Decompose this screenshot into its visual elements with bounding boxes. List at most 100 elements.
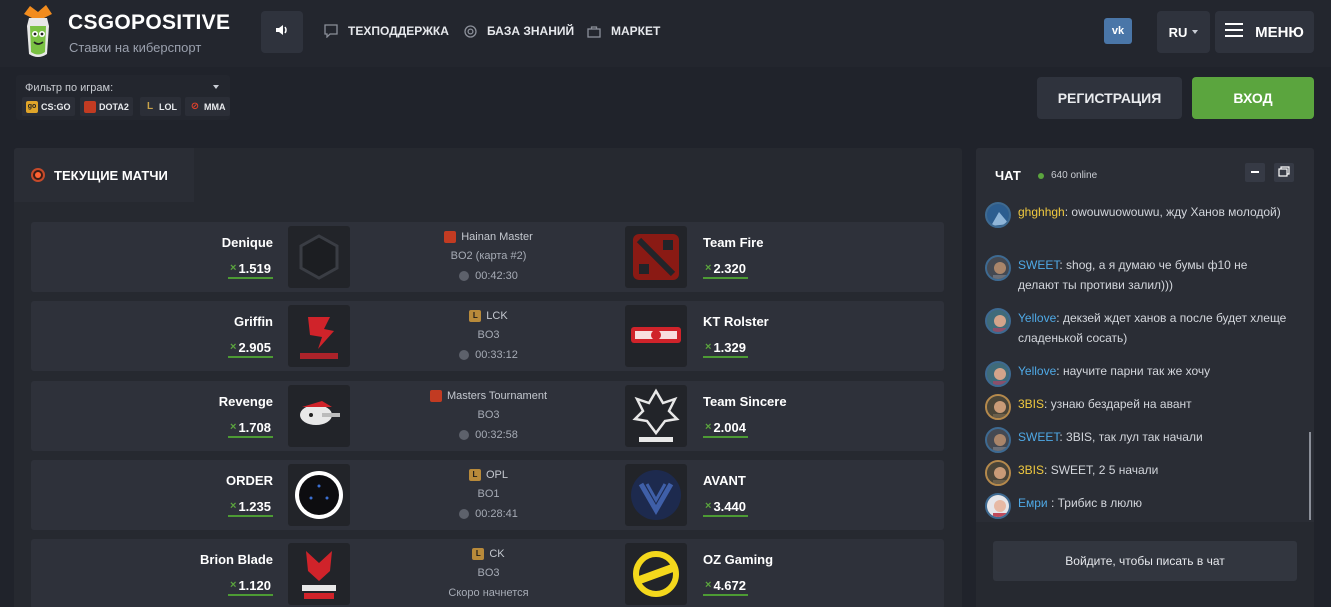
- avatar[interactable]: 7: [985, 460, 1011, 486]
- match-timer: Скоро начнется: [448, 587, 529, 599]
- team-left-name: Griffin: [234, 314, 273, 329]
- avatar[interactable]: 7: [985, 394, 1011, 420]
- match-format: BO2 (карта #2): [450, 250, 527, 262]
- nav-market[interactable]: МАРКЕТ: [587, 24, 660, 38]
- team-right-odds-button[interactable]: × 3.440: [703, 497, 748, 517]
- team-right-name: Team Fire: [703, 235, 764, 250]
- avatar[interactable]: 5: [985, 361, 1011, 387]
- chat-nick[interactable]: SWEET: [1018, 430, 1059, 444]
- language-select[interactable]: RU: [1157, 11, 1210, 53]
- chat-message: 5 Емри : Трибис в люлю: [985, 493, 1290, 519]
- match-row[interactable]: ORDER × 1.235 L OPL BO1 00:28:41 AVANT × 3.…: [31, 460, 944, 530]
- team-right-logo: [625, 543, 687, 605]
- avatar[interactable]: 5: [985, 427, 1011, 453]
- team-left-odds-button[interactable]: × 2.905: [228, 338, 273, 358]
- nav-support[interactable]: ТЕХПОДДЕРЖКА: [324, 24, 449, 38]
- chat-text: научите парни так же хочу: [1062, 364, 1211, 378]
- menu-button[interactable]: МЕНЮ: [1215, 11, 1314, 53]
- chat-message: 5 Yellove: научите парни так же хочу: [985, 361, 1290, 387]
- speaker-icon: [275, 23, 289, 41]
- chat-nick[interactable]: 3BIS: [1018, 397, 1044, 411]
- team-left-odds-button[interactable]: × 1.519: [228, 259, 273, 279]
- chat-nick[interactable]: Емри: [1018, 496, 1051, 510]
- team-right-odds-button[interactable]: × 2.320: [703, 259, 748, 279]
- team-right-odds-button[interactable]: × 2.004: [703, 418, 748, 438]
- brand-logo-icon[interactable]: [16, 4, 60, 62]
- team-right-name: OZ Gaming: [703, 552, 774, 567]
- nav-market-label: МАРКЕТ: [611, 24, 661, 38]
- avatar-level: 5: [1008, 363, 1009, 380]
- clock-icon: [459, 509, 470, 519]
- top-header: CSGOPOSITIVE Ставки на киберспорт ТЕХПОД…: [0, 0, 1331, 67]
- match-row[interactable]: Griffin × 2.905 L LCK BO3 00:33:12 KT Rols…: [31, 301, 944, 371]
- team-left-odds-button[interactable]: × 1.235: [228, 497, 273, 517]
- match-row[interactable]: Revenge × 1.708 Masters Tournament BO3 00…: [31, 381, 944, 451]
- team-right-logo: [625, 385, 687, 447]
- hamburger-icon: [1225, 23, 1244, 41]
- filter-chip-label: MMA: [204, 101, 226, 112]
- login-button[interactable]: ВХОД: [1192, 77, 1314, 119]
- odds-value: 4.672: [713, 577, 746, 593]
- team-left-logo: [288, 385, 350, 447]
- minimize-icon: [1250, 164, 1260, 182]
- filter-chip-lol[interactable]: L LOL: [140, 97, 181, 116]
- avatar[interactable]: 5: [985, 255, 1011, 281]
- chat-nick[interactable]: Yellove: [1018, 364, 1056, 378]
- event-name: Hainan Master: [461, 231, 533, 243]
- odds-value: 1.708: [238, 419, 271, 435]
- chat-nick[interactable]: 3BIS: [1018, 463, 1044, 477]
- filter-chip-csgo[interactable]: go CS:GO: [22, 97, 75, 116]
- lol-icon: L: [469, 310, 482, 322]
- chat-nick[interactable]: SWEET: [1018, 258, 1059, 272]
- filter-chip-mma[interactable]: ⊘ MMA: [185, 97, 230, 116]
- avatar[interactable]: [985, 202, 1011, 228]
- filter-chip-dota2[interactable]: DOTA2: [80, 97, 133, 116]
- team-left-odds-button[interactable]: × 1.120: [228, 576, 273, 596]
- chat-scrollbar-thumb[interactable]: [1309, 432, 1311, 520]
- game-filter-label: Фильтр по играм:: [25, 82, 114, 94]
- chat-text: декзей ждет ханов а после будет хлеще сл…: [1018, 311, 1287, 345]
- odds-value: 2.905: [238, 339, 271, 355]
- chat-nick[interactable]: Yellove: [1018, 311, 1056, 325]
- lol-icon: L: [472, 548, 485, 560]
- chat-nick[interactable]: ghghhgh: [1018, 205, 1065, 219]
- game-filter[interactable]: Фильтр по играм: go CS:GO DOTA2 L LOL ⊘ …: [16, 75, 230, 120]
- popout-chat-button[interactable]: [1274, 163, 1294, 182]
- team-left-odds-button[interactable]: × 1.708: [228, 418, 273, 438]
- chat-message-list[interactable]: ghghhgh: owouwuowouwu, жду Ханов молодой…: [976, 202, 1314, 522]
- brand-tagline: Ставки на киберспорт: [69, 40, 202, 55]
- online-counter: 640 online: [1038, 170, 1097, 181]
- nav-knowledge-base[interactable]: БАЗА ЗНАНИЙ: [464, 24, 574, 38]
- match-format: BO3: [477, 329, 500, 341]
- current-matches-tab[interactable]: ТЕКУЩИЕ МАТЧИ: [14, 148, 194, 202]
- avatar[interactable]: 5: [985, 308, 1011, 334]
- match-row[interactable]: Denique × 1.519 Hainan Master BO2 (карта …: [31, 222, 944, 292]
- chat-message: 5 Yellove: декзей ждет ханов а после буд…: [985, 308, 1290, 348]
- popout-icon: [1278, 164, 1290, 182]
- language-value: RU: [1168, 24, 1188, 40]
- match-timer: 00:28:41: [475, 508, 518, 520]
- brand-name[interactable]: CSGOPOSITIVE: [68, 11, 230, 35]
- avatar[interactable]: 5: [985, 493, 1011, 519]
- csgo-icon: go: [26, 100, 38, 113]
- chat-text: 3BIS, так лул так начали: [1066, 430, 1203, 444]
- lol-icon: L: [468, 469, 481, 481]
- chat-login-button[interactable]: Войдите, чтобы писать в чат: [993, 541, 1297, 581]
- vk-link-icon[interactable]: vk: [1104, 18, 1132, 44]
- sound-toggle-button[interactable]: [261, 11, 303, 53]
- odds-value: 1.120: [238, 577, 271, 593]
- team-right-odds-button[interactable]: × 4.672: [703, 576, 748, 596]
- minimize-chat-button[interactable]: [1245, 163, 1265, 182]
- team-left-name: Brion Blade: [200, 552, 273, 567]
- match-format: BO3: [477, 409, 500, 421]
- chat-message: ghghhgh: owouwuowouwu, жду Ханов молодой…: [985, 202, 1290, 228]
- filter-chip-label: LOL: [159, 101, 177, 112]
- match-info: Hainan Master BO2 (карта #2) 00:42:30: [391, 228, 586, 285]
- team-right-name: Team Sincere: [703, 394, 787, 409]
- menu-label: МЕНЮ: [1255, 23, 1304, 41]
- caret-down-icon[interactable]: [213, 85, 219, 89]
- chat-bubble-icon: [324, 24, 338, 38]
- register-button[interactable]: РЕГИСТРАЦИЯ: [1037, 77, 1182, 119]
- match-row[interactable]: Brion Blade × 1.120 L CK BO3 Скоро начнетс…: [31, 539, 944, 607]
- team-right-odds-button[interactable]: × 1.329: [703, 338, 748, 358]
